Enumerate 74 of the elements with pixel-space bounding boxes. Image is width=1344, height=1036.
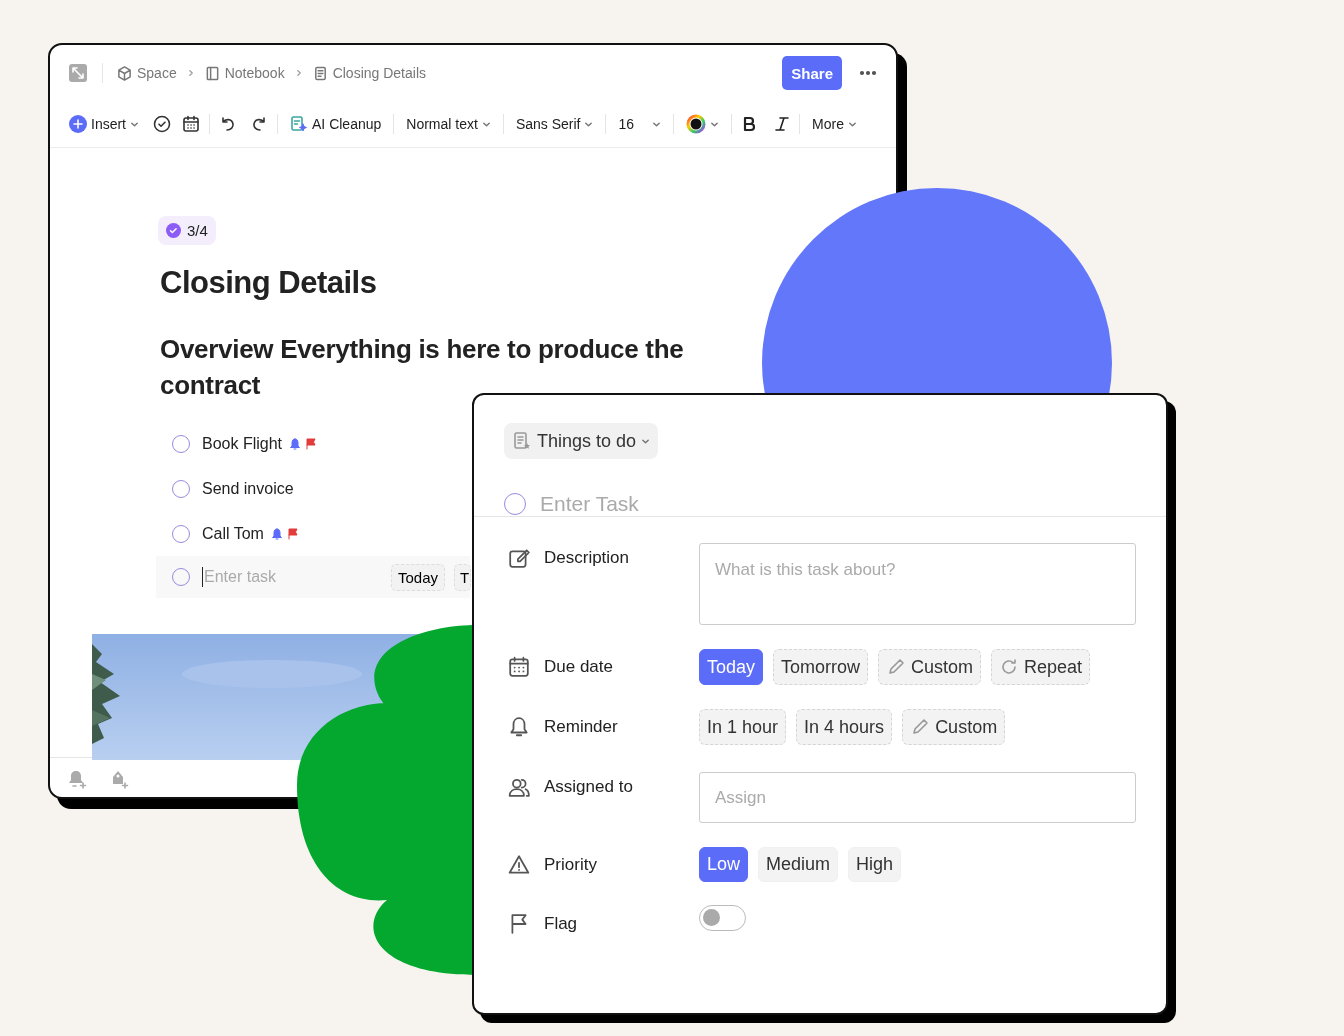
field-label: Priority bbox=[544, 855, 597, 875]
color-wheel-icon bbox=[686, 114, 707, 134]
list-icon bbox=[512, 431, 532, 451]
option-chip[interactable]: Custom bbox=[902, 709, 1006, 745]
check-circle-icon bbox=[166, 223, 181, 238]
task-input[interactable]: Enter task bbox=[202, 567, 376, 587]
flag-toggle[interactable] bbox=[699, 905, 746, 931]
task-name: Call Tom bbox=[202, 524, 264, 543]
field-label: Reminder bbox=[544, 717, 618, 737]
option-chip[interactable]: Tomorrow bbox=[773, 649, 869, 685]
chevron-right-icon bbox=[186, 69, 195, 77]
expand-icon[interactable] bbox=[68, 63, 88, 83]
calendar-icon bbox=[508, 656, 530, 678]
breadcrumb-link[interactable]: Space bbox=[117, 65, 177, 81]
date-chip[interactable]: Today bbox=[391, 563, 446, 591]
field-label: Description bbox=[544, 548, 630, 568]
font-dropdown[interactable]: Sans Serif bbox=[512, 114, 597, 134]
chevron-down-icon bbox=[481, 119, 491, 129]
sparkle-document-icon bbox=[290, 115, 308, 133]
share-button[interactable]: Share bbox=[782, 56, 842, 90]
option-chip[interactable]: Today bbox=[699, 649, 764, 685]
document-title: Closing Details bbox=[160, 265, 378, 301]
option-chip[interactable]: In 1 hour bbox=[699, 709, 787, 745]
option-chip[interactable]: In 4 hours bbox=[796, 709, 893, 745]
cube-icon bbox=[117, 65, 132, 81]
font-size-dropdown[interactable]: 16 bbox=[615, 114, 665, 134]
option-chip[interactable]: Medium bbox=[758, 847, 839, 882]
chevron-down-icon bbox=[847, 119, 857, 129]
edit-icon bbox=[508, 547, 530, 569]
chevron-down-icon bbox=[130, 119, 139, 129]
redo-icon[interactable] bbox=[250, 115, 268, 133]
bell-plus-icon[interactable] bbox=[68, 769, 88, 789]
text-style-dropdown[interactable]: Normal text bbox=[403, 114, 494, 134]
more-menu-button[interactable]: More bbox=[809, 114, 860, 134]
chevron-down-icon bbox=[652, 119, 662, 129]
bell-icon bbox=[508, 716, 530, 738]
option-chip[interactable]: High bbox=[848, 847, 902, 882]
breadcrumb-link[interactable]: Closing Details bbox=[312, 65, 426, 81]
task-name: Send invoice bbox=[202, 479, 294, 498]
field-label: Due date bbox=[544, 657, 613, 677]
check-circle-icon[interactable] bbox=[153, 115, 171, 133]
pencil-icon bbox=[886, 657, 907, 677]
plus-icon bbox=[69, 115, 87, 133]
field-label: Flag bbox=[544, 914, 578, 934]
progress-count: 3/4 bbox=[187, 222, 208, 239]
chevron-down-icon bbox=[584, 119, 594, 129]
calendar-icon[interactable] bbox=[182, 115, 200, 133]
task-name-field[interactable]: Enter Task bbox=[540, 491, 840, 517]
list-selector[interactable]: Things to do bbox=[504, 423, 659, 459]
field-label: Assigned to bbox=[544, 777, 633, 797]
chevron-down-icon bbox=[641, 436, 651, 446]
option-chip[interactable]: Repeat bbox=[991, 649, 1091, 685]
description-field[interactable]: What is this task about? bbox=[699, 543, 1136, 625]
bold-icon[interactable] bbox=[741, 116, 758, 132]
ai-cleanup-button[interactable]: AI Cleanup bbox=[287, 113, 385, 135]
insert-button[interactable]: Insert bbox=[66, 113, 142, 135]
date-chip[interactable]: T bbox=[454, 563, 472, 591]
document-heading: Overview Everything is here to produce the contract bbox=[160, 333, 685, 402]
chevron-right-icon bbox=[294, 69, 303, 77]
users-icon bbox=[508, 776, 530, 798]
option-chip[interactable]: Low bbox=[699, 847, 749, 882]
new-task-field[interactable]: Enter task Today T bbox=[156, 556, 470, 598]
undo-icon[interactable] bbox=[219, 115, 237, 133]
warning-icon bbox=[508, 854, 530, 876]
pencil-icon bbox=[910, 717, 931, 737]
tag-plus-icon[interactable] bbox=[110, 769, 130, 789]
notebook-icon bbox=[204, 65, 220, 81]
breadcrumb-link[interactable]: Notebook bbox=[204, 65, 285, 81]
italic-icon[interactable] bbox=[774, 116, 791, 132]
option-chip[interactable]: Custom bbox=[878, 649, 982, 685]
chevron-down-icon bbox=[710, 119, 720, 129]
assign-field[interactable]: Assign bbox=[699, 772, 1136, 823]
task-name: Book Flight bbox=[202, 434, 283, 453]
document-icon bbox=[312, 65, 328, 81]
